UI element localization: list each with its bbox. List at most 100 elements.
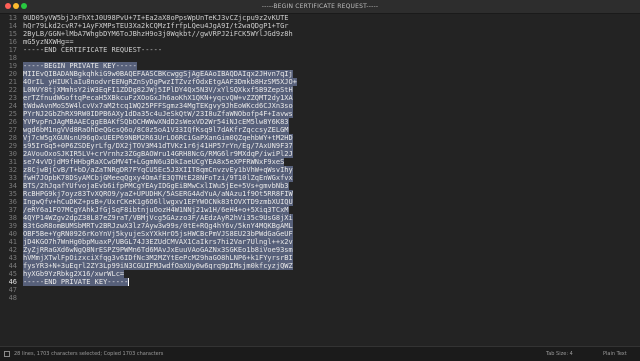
line-number: 33 (8, 174, 17, 182)
line-number: 44 (8, 262, 17, 270)
line-text: s95IrGq5+0P6ZSDEyrLfg/DX2jTOV3M41dTVKz1r… (23, 142, 293, 150)
editor-line[interactable]: 46 -----END PRIVATE KEY----- (0, 278, 640, 286)
line-number: 34 (8, 182, 17, 190)
text-cursor (128, 278, 130, 286)
selected-text: OBF5Be+YgRN0926rKoYnVj5kyujeSxYXkHrO5jsH… (23, 230, 293, 238)
selected-text: IngwQfv+hCuDKZ+psB+/UxrCKeK1g6O6llwgxv1E… (23, 198, 293, 206)
editor-line[interactable]: 42 ZyZjRRaGXd6wNgQ8NrESPZ9PWMn6Td6MAvJxEu… (0, 246, 640, 254)
line-number: 13 (8, 14, 17, 22)
line-number: 20 (8, 70, 17, 78)
selected-text: erTZfnudWGoftqPecaH5XBkcuFzXOoGxJh6aoKhX… (23, 94, 293, 102)
line-number: 40 (8, 230, 17, 238)
editor-line[interactable]: 30 2AVouOxoSJKIR5LV+crVrnhz3ZGgBAOWru14GR… (0, 150, 640, 158)
selected-text: tWdwAvnMoS5W4lcvVx7aM2tcq1WQ25PFFSgmz34M… (23, 102, 293, 110)
line-number: 28 (8, 134, 17, 142)
selected-text: hVMmjXTwlFpOizxciXfqg3v6IDfNc3M2MZYtEePc… (23, 254, 293, 262)
editor-line[interactable]: 32 z8CjwBjCvB/T+bD/aZaTNRgDR7FYqCU5Ec5J3X… (0, 166, 640, 174)
window-title: -----BEGIN CERTIFICATE REQUEST----- (261, 3, 379, 10)
editor-line[interactable]: 23 erTZfnudWGoftqPecaH5XBkcuFzXOoGxJh6aoK… (0, 94, 640, 102)
line-number: 48 (8, 294, 17, 302)
editor-line[interactable]: 38 4QYP14WZgv2dpZ38L87eZ9raT/VBMjVcg5GAzz… (0, 214, 640, 222)
line-text: 0UD05yVW5bjJxFhXtJ0U98PvU+7I+Ea2aX8oPpsW… (23, 14, 289, 22)
editor-line[interactable]: 28 Vj7cW5gXGUNsnU96qOxUEEP69NBM2R63UrLO6R… (0, 134, 640, 142)
line-text: 2AVouOxoSJKIR5LV+crVrnhz3ZGgBAOWru14GRH8… (23, 150, 293, 158)
editor-line[interactable]: 43 hVMmjXTwlFpOizxciXfqg3v6IDfNc3M2MZYtEe… (0, 254, 640, 262)
text-content: mG5yzNXWHg== (23, 38, 74, 46)
editor-line[interactable]: 20 MIIEvQIBADANBgkqhkiG9w0BAQEFAASCBKcwgg… (0, 70, 640, 78)
editor-line[interactable]: 19 -----BEGIN PRIVATE KEY----- (0, 62, 640, 70)
selected-text: MIIEvQIBADANBgkqhkiG9w0BAQEFAASCBKcwggSj… (23, 70, 293, 78)
editor-line[interactable]: 13 0UD05yVW5bjJxFhXtJ0U98PvU+7I+Ea2aX8oPp… (0, 14, 640, 22)
line-number: 41 (8, 238, 17, 246)
editor-line[interactable]: 31 se74vVDjdM9fHHbgRaXCwGMV4T+LGgmN6u3DkI… (0, 158, 640, 166)
editor-line[interactable]: 26 YVPvpFnJAgMBAAECggEBAKfSQbOCHWWwXNdD2s… (0, 118, 640, 126)
selected-text: 4QYP14WZgv2dpZ38L87eZ9raT/VBMjVcg5GAzzo3… (23, 214, 293, 222)
line-number: 15 (8, 30, 17, 38)
editor-line[interactable]: 21 4OrIL yHIUKlaIu8nodvrEENgRZnSyDgPwzITZ… (0, 78, 640, 86)
line-text: -----END CERTIFICATE REQUEST----- (23, 46, 162, 54)
line-number: 42 (8, 246, 17, 254)
editor-line[interactable]: 25 PYrNJ2GbZhRX9RW0IDPB6AXy1dDa35c4uJeSkQ… (0, 110, 640, 118)
line-text: ZyZjRRaGXd6wNgQ8NrESPZ9PWMn6Td6MAvJxEuuV… (23, 246, 293, 254)
tab-size-selector[interactable]: Tab Size: 4 (546, 347, 573, 361)
text-editor[interactable]: 13 0UD05yVW5bjJxFhXtJ0U98PvU+7I+Ea2aX8oPp… (0, 14, 640, 345)
line-text: hVMmjXTwlFpOizxciXfqg3v6IDfNc3M2MZYtEePc… (23, 254, 293, 262)
editor-line[interactable]: 29 s95IrGq5+0P6ZSDEyrLfg/DX2jTOV3M41dTVKz… (0, 142, 640, 150)
selected-text: 2AVouOxoSJKIR5LV+crVrnhz3ZGgBAOWru14GRH8… (23, 150, 293, 158)
editor-line[interactable]: 44 fysYR3+N+3uEqrl2ZY3Lp99iN3CGUIFMJwdfOa… (0, 262, 640, 270)
line-number: 30 (8, 150, 17, 158)
editor-line[interactable]: 48 (0, 294, 640, 302)
editor-line[interactable]: 40 OBF5Be+YgRN0926rKoYnVj5kyujeSxYXkHrO5j… (0, 230, 640, 238)
line-number: 14 (8, 22, 17, 30)
line-text: YVPvpFnJAgMBAAECggEBAKfSQbOCHWWwXNdD2sWe… (23, 118, 289, 126)
selected-text: PYrNJ2GbZhRX9RW0IDPB6AXy1dDa35c4uJeSkQtW… (23, 110, 293, 118)
editor-line[interactable]: 24 tWdwAvnMoS5W4lcvVx7aM2tcq1WQ25PFFSgmz3… (0, 102, 640, 110)
line-number: 37 (8, 206, 17, 214)
selected-text: jD4KGO7h7WnHg0bpMuaxP/UBGL74J3EZUdCMVAX1… (23, 238, 293, 246)
line-text: hyXGb9YzRbkg2X16/xwrWLc= (23, 270, 125, 278)
syntax-selector[interactable]: Plain Text (603, 347, 627, 361)
editor-line[interactable]: 18 (0, 54, 640, 62)
editor-line[interactable]: 36 IngwQfv+hCuDKZ+psB+/UxrCKeK1g6O6llwgxv… (0, 198, 640, 206)
line-number: 23 (8, 94, 17, 102)
line-number: 22 (8, 86, 17, 94)
selected-text: /eRY6a1FO7MCgYAhkJfGjSqF8ibtnjuOozH4W1NN… (23, 206, 289, 214)
line-text: jD4KGO7h7WnHg0bpMuaxP/UBGL74J3EZUdCMVAX1… (23, 238, 293, 246)
editor-line[interactable]: 34 BTS/2hJqafYUfvojaEvb6ifpPMCgYEAyIDGgEi… (0, 182, 640, 190)
line-number: 16 (8, 38, 17, 46)
editor-line[interactable]: 39 83tGoR8omBUMSbMRTv2BRJzwX3lz7Ayw3w99s/… (0, 222, 640, 230)
line-text: 83tGoR8omBUMSbMRTv2BRJzwX3lz7Ayw3w99s/0t… (23, 222, 293, 230)
line-number: 17 (8, 46, 17, 54)
selected-text: 4OrIL yHIUKlaIu8nodvrEENgRZnSyDgPwzITZvz… (23, 78, 297, 86)
line-number: 24 (8, 102, 17, 110)
line-text: MIIEvQIBADANBgkqhkiG9w0BAQEFAASCBKcwggSj… (23, 70, 293, 78)
selected-text: 83tGoR8omBUMSbMRTv2BRJzwX3lz7Ayw3w99s/0t… (23, 222, 293, 230)
editor-line[interactable]: 27 wgd6bM1ngVVd8RaOhDeQGcsQ6o/8C0z5oA1V33… (0, 126, 640, 134)
status-bar: 28 lines, 1703 characters selected; Copi… (0, 346, 640, 361)
line-text: 4QYP14WZgv2dpZ38L87eZ9raT/VBMjVcg5GAzzo3… (23, 214, 293, 222)
line-number: 31 (8, 158, 17, 166)
editor-line[interactable]: 33 fwH7JOpbK78DSyAMCbjGMeeqQgxy4OmAfE3QTN… (0, 174, 640, 182)
selected-text: L0NVY8tjXMmhsY2iW3EqFI1ZDDg82JWj5IPlDY4Q… (23, 86, 293, 94)
line-number: 46 (8, 278, 17, 286)
editor-line[interactable]: 35 RcBHPG9kj7oyz83TvXQRO9/yaZ+UPUDHK/5ASE… (0, 190, 640, 198)
line-text: L0NVY8tjXMmhsY2iW3EqFI1ZDDg82JWj5IPlDY4Q… (23, 86, 293, 94)
editor-window: -----BEGIN CERTIFICATE REQUEST----- 13 0U… (0, 0, 640, 361)
editor-line[interactable]: 37/eRY6a1FO7MCgYAhkJfGjSqF8ibtnjuOozH4W1… (0, 206, 640, 214)
line-text: 4OrIL yHIUKlaIu8nodvrEENgRZnSyDgPwzITZvz… (23, 78, 297, 86)
editor-line[interactable]: 16 mG5yzNXWHg== (0, 38, 640, 46)
line-number: 32 (8, 166, 17, 174)
editor-line[interactable]: 14 hQr79Lkd2cvR7+1AyFXMPsTEU3Xa2kCQMzIfrf… (0, 22, 640, 30)
line-text: se74vVDjdM9fHHbgRaXCwGMV4T+LGgmN6u3DkIae… (23, 158, 285, 166)
line-number: 29 (8, 142, 17, 150)
editor-line[interactable]: 47 (0, 286, 640, 294)
editor-line[interactable]: 15 2ByLB/GGN+lMbA7WhgbDYM6ToJBhzH9o3j0Wqk… (0, 30, 640, 38)
editor-line[interactable]: 17 -----END CERTIFICATE REQUEST----- (0, 46, 640, 54)
line-number: 26 (8, 118, 17, 126)
text-content: 0UD05yVW5bjJxFhXtJ0U98PvU+7I+Ea2aX8oPpsW… (23, 14, 289, 22)
panel-toggle-icon[interactable] (4, 351, 10, 357)
editor-line[interactable]: 45 hyXGb9YzRbkg2X16/xwrWLc= (0, 270, 640, 278)
line-text: hQr79Lkd2cvR7+1AyFXMPsTEU3Xa2kCQMzIfrfpL… (23, 22, 289, 30)
editor-line[interactable]: 41 jD4KGO7h7WnHg0bpMuaxP/UBGL74J3EZUdCMVA… (0, 238, 640, 246)
editor-line[interactable]: 22 L0NVY8tjXMmhsY2iW3EqFI1ZDDg82JWj5IPlDY… (0, 86, 640, 94)
